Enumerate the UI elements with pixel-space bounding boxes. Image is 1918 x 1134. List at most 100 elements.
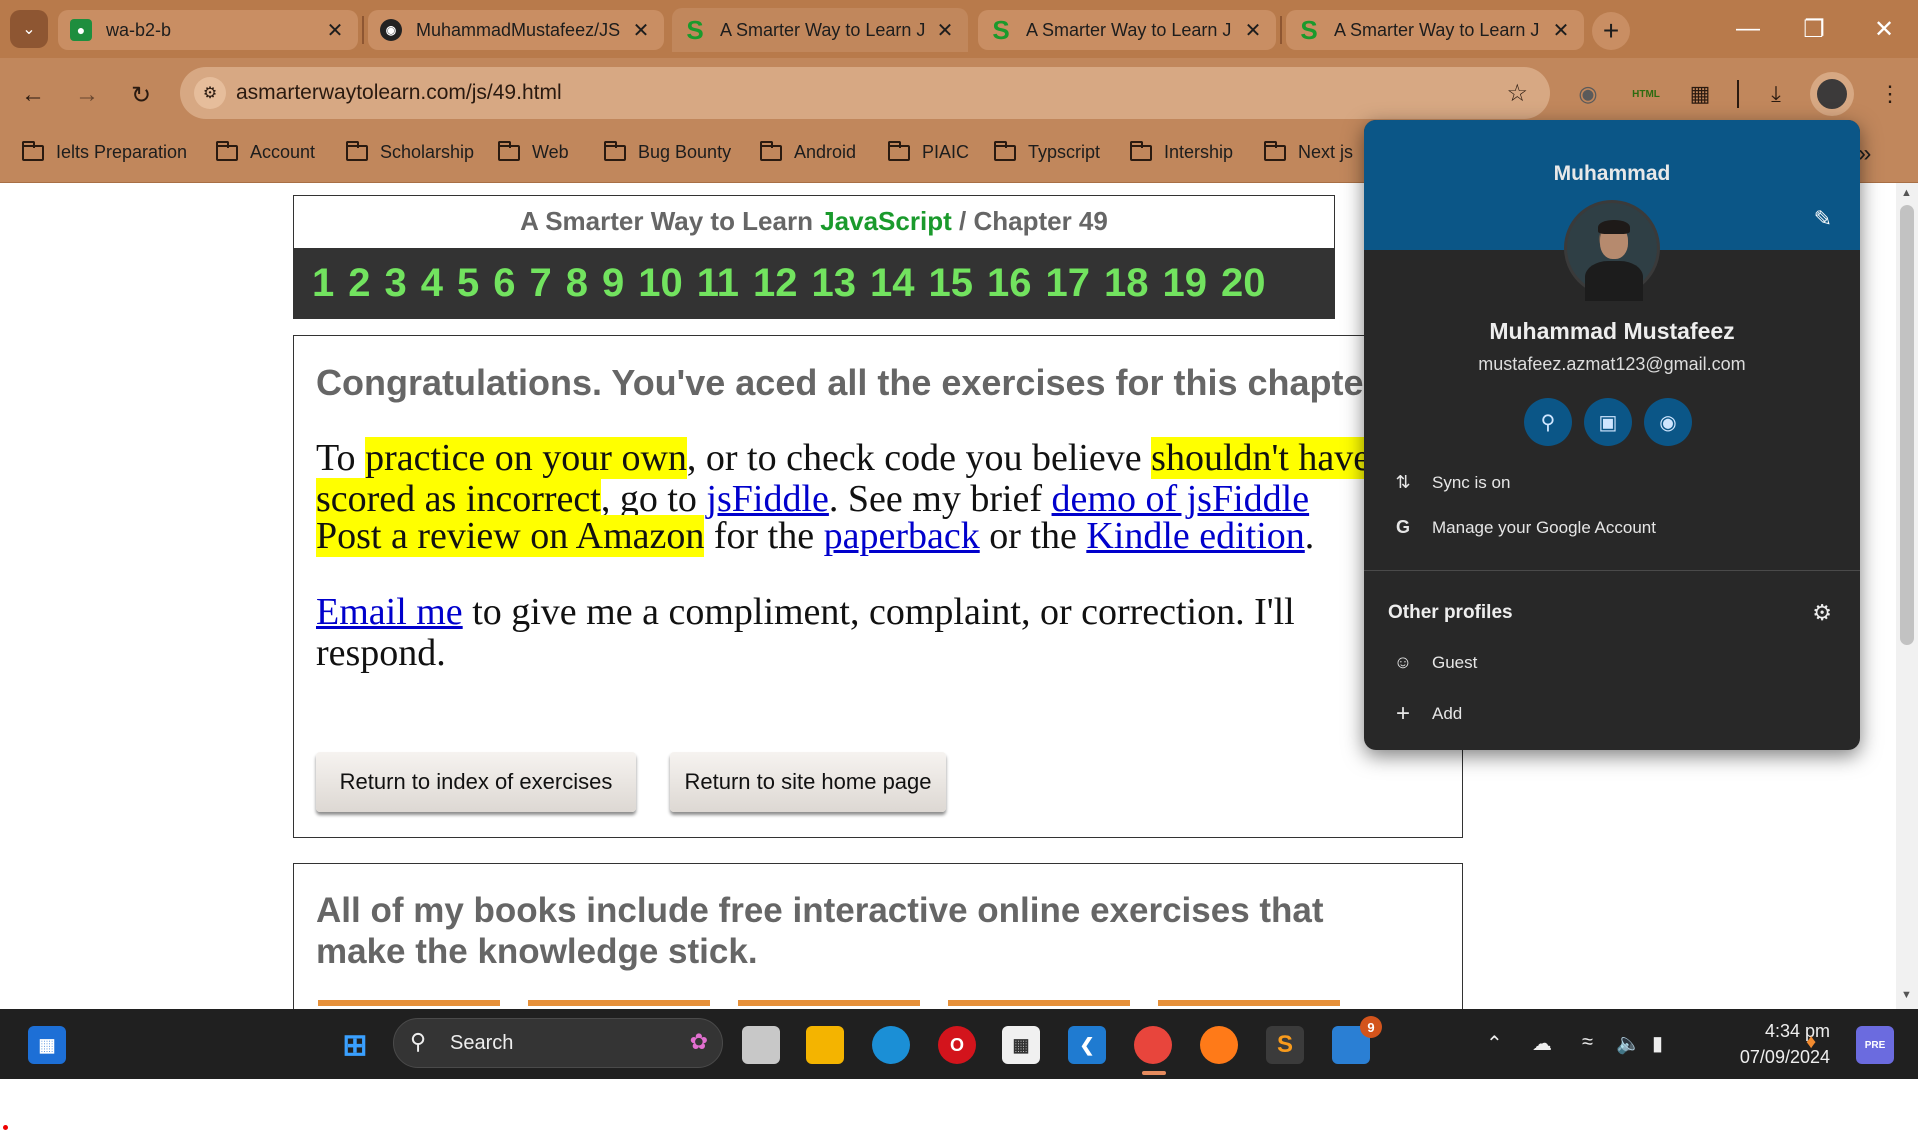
page-scrollbar[interactable]: ▲ ▼	[1896, 183, 1918, 1009]
taskbar-search[interactable]: ⚲ Search ✿	[393, 1018, 723, 1068]
windows-start-icon[interactable]: ⊞	[336, 1026, 374, 1064]
chapter-link[interactable]: 6	[493, 261, 515, 306]
bookmark-typscript[interactable]: Typscript	[994, 140, 1100, 163]
widgets-icon[interactable]: ▦	[28, 1026, 66, 1064]
tab-0[interactable]: ● wa-b2-b ✕	[58, 10, 358, 50]
file-explorer-icon[interactable]	[806, 1026, 844, 1064]
edge-icon[interactable]	[872, 1026, 910, 1064]
forward-button[interactable]: →	[70, 78, 104, 112]
chrome-icon[interactable]	[1134, 1026, 1172, 1064]
bookmark-star-icon[interactable]: ☆	[1506, 79, 1528, 108]
minimize-button[interactable]: —	[1718, 8, 1778, 50]
bookmark-account[interactable]: Account	[216, 140, 315, 163]
passwords-key-icon[interactable]: ⚲	[1524, 398, 1572, 446]
chevron-up-icon[interactable]: ⌃	[1486, 1031, 1503, 1056]
manage-account-row[interactable]: G Manage your Google Account	[1388, 517, 1656, 538]
chapter-link[interactable]: 19	[1163, 261, 1208, 306]
tab-3[interactable]: S A Smarter Way to Learn J ✕	[978, 10, 1276, 50]
email-me-link[interactable]: Email me	[316, 591, 463, 633]
chapter-link[interactable]: 15	[929, 261, 974, 306]
gear-icon[interactable]: ⚙	[1812, 600, 1832, 626]
close-icon[interactable]: ✕	[934, 18, 956, 43]
sync-row[interactable]: ⇅ Sync is on	[1388, 472, 1510, 493]
book-cover[interactable]	[738, 1000, 920, 1006]
kindle-edition-link[interactable]: Kindle edition	[1086, 515, 1304, 557]
wifi-icon[interactable]: ≈	[1582, 1031, 1593, 1054]
firefox-icon[interactable]	[1200, 1026, 1238, 1064]
microsoft-store-icon[interactable]: ▦	[1002, 1026, 1040, 1064]
address-bar[interactable]: ⚙ asmarterwaytolearn.com/js/49.html ☆	[180, 67, 1550, 119]
onedrive-cloud-icon[interactable]: ☁	[1532, 1031, 1552, 1056]
bookmark-android[interactable]: Android	[760, 140, 856, 163]
tab-1[interactable]: ◉ MuhammadMustafeez/JS ✕	[368, 10, 664, 50]
close-icon[interactable]: ✕	[324, 18, 346, 43]
chapter-link[interactable]: 1	[312, 261, 334, 306]
notification-bell-icon[interactable]: ♦	[1806, 1031, 1816, 1054]
chapter-link[interactable]: 12	[753, 261, 798, 306]
bookmark-web[interactable]: Web	[498, 140, 569, 163]
store-app-icon[interactable]: 9	[1332, 1016, 1382, 1064]
javascript-link[interactable]: JavaScript	[820, 206, 952, 236]
tab-2-active[interactable]: S A Smarter Way to Learn J ✕	[672, 8, 968, 52]
copilot-icon[interactable]: PRE	[1856, 1026, 1894, 1064]
volume-icon[interactable]: 🔈	[1616, 1031, 1641, 1056]
chapter-link[interactable]: 2	[348, 261, 370, 306]
chapter-link[interactable]: 11	[697, 261, 739, 306]
demo-jsfiddle-link[interactable]: demo of jsFiddle	[1052, 478, 1310, 520]
bookmark-piaic[interactable]: PIAIC	[888, 140, 969, 163]
close-icon[interactable]: ✕	[630, 18, 652, 43]
book-cover[interactable]	[1158, 1000, 1340, 1006]
return-index-button[interactable]: Return to index of exercises	[316, 752, 636, 812]
bookmark-nextjs[interactable]: Next js	[1264, 140, 1353, 163]
bookmark-ielts[interactable]: Ielts Preparation	[22, 140, 187, 163]
scroll-down-icon[interactable]: ▼	[1901, 989, 1912, 1001]
chapter-link[interactable]: 3	[385, 261, 407, 306]
html-extension-icon[interactable]: HTML	[1628, 76, 1664, 112]
vscode-icon[interactable]: ❮	[1068, 1026, 1106, 1064]
chapter-link[interactable]: 17	[1046, 261, 1091, 306]
download-icon[interactable]: ⤓	[1758, 76, 1794, 112]
chapter-link[interactable]: 13	[812, 261, 857, 306]
bug-extension-icon[interactable]: ◉	[1570, 76, 1606, 112]
chapter-link[interactable]: 9	[602, 261, 624, 306]
tab-4[interactable]: S A Smarter Way to Learn J ✕	[1286, 10, 1584, 50]
return-home-button[interactable]: Return to site home page	[670, 752, 946, 812]
chapter-link[interactable]: 5	[457, 261, 479, 306]
paperback-link[interactable]: paperback	[824, 515, 980, 557]
chapter-link[interactable]: 16	[987, 261, 1032, 306]
scrollbar-thumb[interactable]	[1900, 205, 1914, 645]
back-button[interactable]: ←	[16, 78, 50, 112]
chapter-link[interactable]: 7	[530, 261, 552, 306]
add-profile-row[interactable]: + Add	[1388, 700, 1462, 728]
battery-icon[interactable]: ▮	[1652, 1031, 1663, 1056]
restore-button[interactable]: ❐	[1784, 8, 1844, 50]
guest-profile-row[interactable]: ☺ Guest	[1388, 652, 1478, 673]
bookmark-intership[interactable]: Intership	[1130, 140, 1233, 163]
book-cover[interactable]	[318, 1000, 500, 1006]
site-info-icon[interactable]: ⚙	[194, 77, 226, 109]
profile-avatar-button[interactable]	[1810, 72, 1854, 116]
book-cover[interactable]	[948, 1000, 1130, 1006]
addresses-pin-icon[interactable]: ◉	[1644, 398, 1692, 446]
bookmark-scholarship[interactable]: Scholarship	[346, 140, 474, 163]
close-icon[interactable]: ✕	[1242, 18, 1264, 43]
scroll-up-icon[interactable]: ▲	[1901, 187, 1912, 199]
more-menu-icon[interactable]: ⋮	[1872, 76, 1908, 112]
pencil-icon[interactable]: ✎	[1814, 206, 1832, 232]
opera-icon[interactable]: O	[938, 1026, 976, 1064]
close-window-button[interactable]: ✕	[1854, 8, 1914, 50]
chapter-link[interactable]: 14	[870, 261, 915, 306]
jsfiddle-link[interactable]: jsFiddle	[706, 478, 828, 520]
bookmarks-overflow-icon[interactable]: »	[1858, 140, 1871, 168]
chapter-link[interactable]: 8	[566, 261, 588, 306]
task-view-icon[interactable]	[742, 1026, 780, 1064]
chapter-link[interactable]: 20	[1221, 261, 1266, 306]
chapter-link[interactable]: 10	[638, 261, 683, 306]
bookmark-bug-bounty[interactable]: Bug Bounty	[604, 140, 731, 163]
reload-button[interactable]: ↻	[124, 78, 158, 112]
sublime-text-icon[interactable]: S	[1266, 1026, 1304, 1064]
extensions-puzzle-icon[interactable]: ▦	[1682, 76, 1718, 112]
payment-card-icon[interactable]: ▣	[1584, 398, 1632, 446]
chapter-link[interactable]: 18	[1104, 261, 1149, 306]
tab-search-button[interactable]: ⌄	[10, 10, 48, 48]
